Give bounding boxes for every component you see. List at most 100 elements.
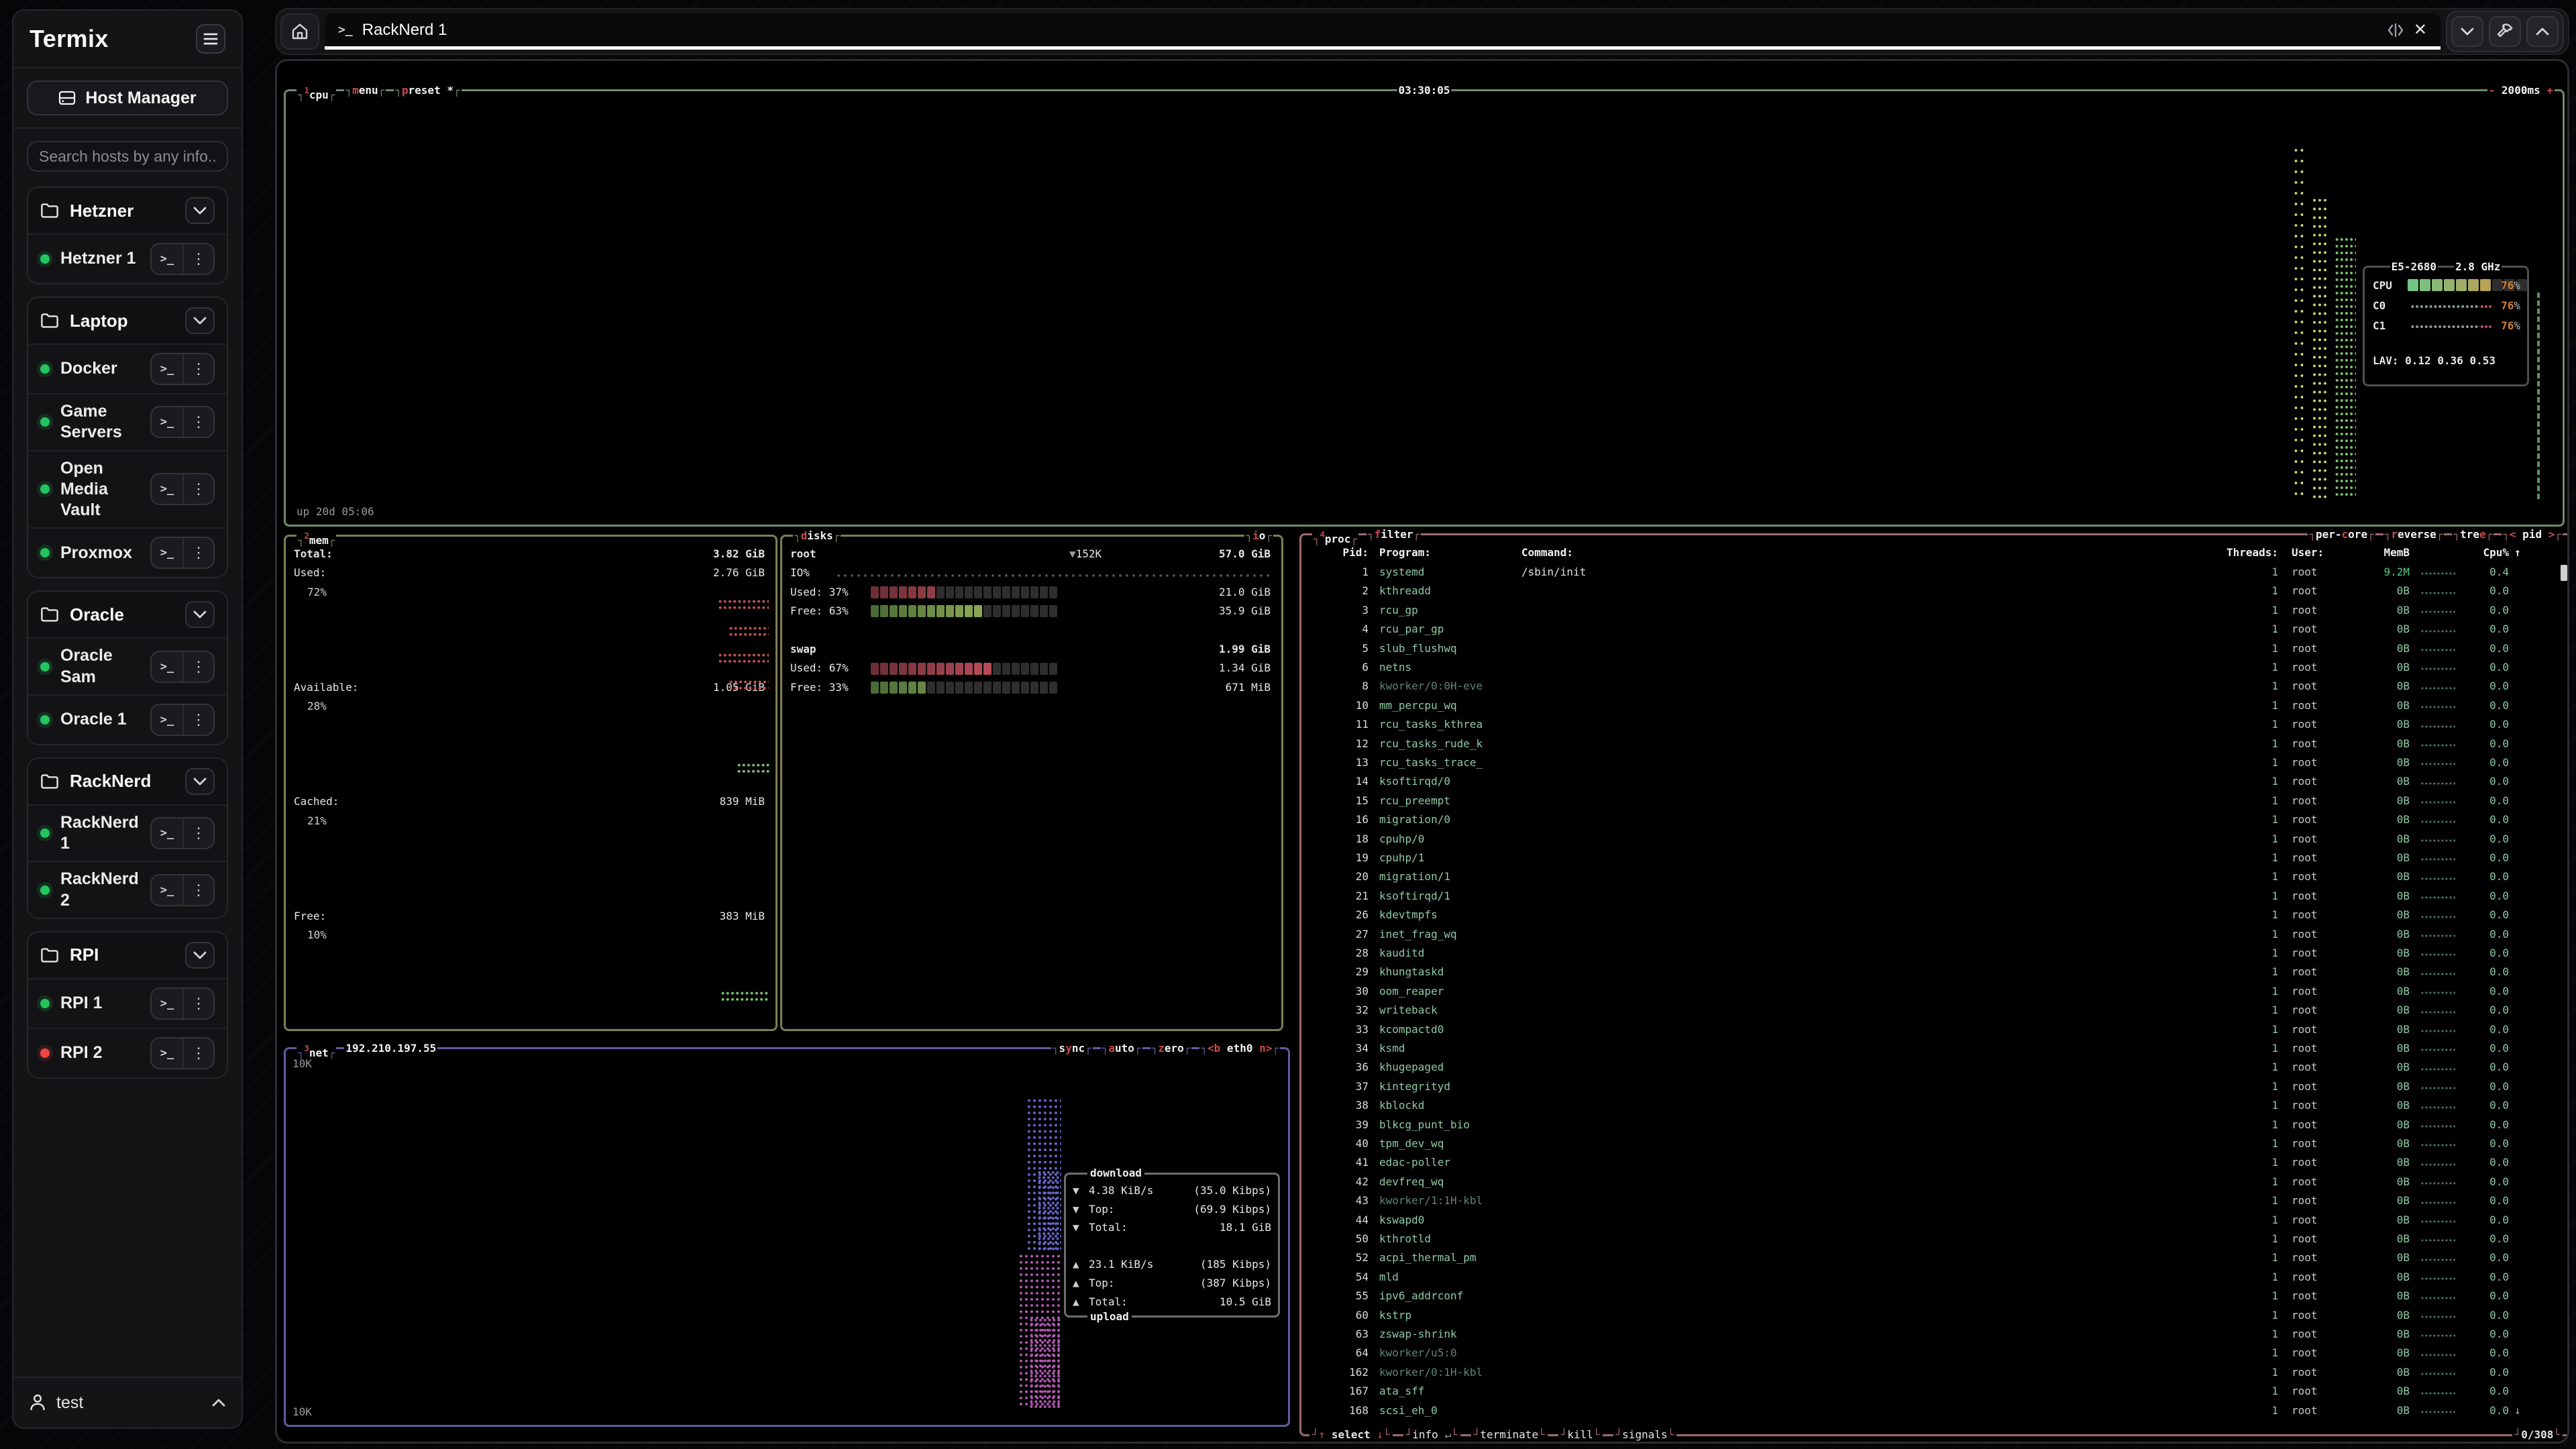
host-menu-button[interactable]: ⋮ bbox=[182, 244, 213, 274]
host-menu-button[interactable]: ⋮ bbox=[182, 652, 213, 682]
col-pid[interactable]: Pid: bbox=[1309, 543, 1368, 562]
host-menu-button[interactable]: ⋮ bbox=[182, 538, 213, 568]
search-input[interactable] bbox=[27, 141, 228, 172]
process-row[interactable]: 34ksmd1root0B0.0 bbox=[1301, 1039, 2569, 1058]
host-menu-button[interactable]: ⋮ bbox=[182, 474, 213, 504]
open-terminal-button[interactable]: >_ bbox=[152, 989, 182, 1018]
host-item-rpi-1[interactable]: RPI 1>_⋮ bbox=[28, 978, 227, 1028]
process-row[interactable]: 18cpuhp/01root0B0.0 bbox=[1301, 830, 2569, 849]
col-user[interactable]: User: bbox=[2292, 543, 2324, 562]
chevron-up-button[interactable] bbox=[2526, 16, 2559, 47]
interval-plus[interactable]: + bbox=[2546, 84, 2553, 97]
group-header[interactable]: Laptop bbox=[28, 298, 227, 343]
terminate-action[interactable]: ┘terminate└ bbox=[1471, 1428, 1548, 1442]
col-mem[interactable]: MemB bbox=[2324, 543, 2410, 562]
host-menu-button[interactable]: ⋮ bbox=[182, 818, 213, 848]
open-terminal-button[interactable]: >_ bbox=[152, 538, 182, 568]
split-view-icon[interactable] bbox=[2387, 23, 2404, 38]
open-terminal-button[interactable]: >_ bbox=[152, 818, 182, 848]
user-row[interactable]: test bbox=[13, 1377, 241, 1428]
net-control-auto[interactable]: ┐auto┌ bbox=[1101, 1041, 1142, 1056]
signals-action[interactable]: ┘signals└ bbox=[1613, 1428, 1677, 1442]
proc-scrollbar-thumb[interactable] bbox=[2561, 565, 2567, 581]
open-terminal-button[interactable]: >_ bbox=[152, 474, 182, 504]
chevron-down-button[interactable] bbox=[2451, 16, 2483, 47]
process-row[interactable]: 60kstrp1root0B0.0 bbox=[1301, 1306, 2569, 1325]
process-row[interactable]: 29khungtaskd1root0B0.0 bbox=[1301, 963, 2569, 981]
tools-button[interactable] bbox=[2489, 16, 2521, 47]
process-row[interactable]: 64kworker/u5:01root0B0.0 bbox=[1301, 1344, 2569, 1362]
process-row[interactable]: 1systemd/sbin/init1root9.2M0.4 bbox=[1301, 563, 2569, 582]
group-header[interactable]: Hetzner bbox=[28, 188, 227, 233]
net-control-sync[interactable]: ┐sync┌ bbox=[1051, 1041, 1093, 1056]
process-row[interactable]: 26kdevtmpfs1root0B0.0 bbox=[1301, 906, 2569, 924]
process-row[interactable]: 55ipv6_addrconf1root0B0.0 bbox=[1301, 1287, 2569, 1305]
process-row[interactable]: 167ata_sff1root0B0.0 bbox=[1301, 1382, 2569, 1401]
proc-control-tree[interactable]: ┐tree┌ bbox=[2452, 527, 2493, 542]
group-collapse-button[interactable] bbox=[185, 307, 215, 334]
process-row[interactable]: 15rcu_preempt1root0B0.0 bbox=[1301, 792, 2569, 810]
process-row[interactable]: 28kauditd1root0B0.0 bbox=[1301, 944, 2569, 963]
open-terminal-button[interactable]: >_ bbox=[152, 705, 182, 735]
process-row[interactable]: 12rcu_tasks_rude_k1root0B0.0 bbox=[1301, 735, 2569, 753]
group-collapse-button[interactable] bbox=[185, 197, 215, 224]
process-row[interactable]: 14ksoftirqd/01root0B0.0 bbox=[1301, 772, 2569, 791]
process-row[interactable]: 19cpuhp/11root0B0.0 bbox=[1301, 849, 2569, 867]
host-menu-button[interactable]: ⋮ bbox=[182, 1038, 213, 1068]
col-cpu[interactable]: Cpu% bbox=[2453, 543, 2509, 562]
host-menu-button[interactable]: ⋮ bbox=[182, 407, 213, 437]
open-terminal-button[interactable]: >_ bbox=[152, 652, 182, 682]
process-row[interactable]: 11rcu_tasks_kthrea1root0B0.0 bbox=[1301, 715, 2569, 734]
process-row[interactable]: 32writeback1root0B0.0 bbox=[1301, 1001, 2569, 1020]
group-collapse-button[interactable] bbox=[185, 601, 215, 628]
process-row[interactable]: 27inet_frag_wq1root0B0.0 bbox=[1301, 925, 2569, 944]
menu-control[interactable]: ┐menu┌ bbox=[344, 83, 386, 103]
proc-control-pid-sort[interactable]: ┐< pid >┌ bbox=[2502, 527, 2563, 542]
host-item-rpi-2[interactable]: RPI 2>_⋮ bbox=[28, 1028, 227, 1077]
net-interface-switch[interactable]: ┐<b eth0 n>┌ bbox=[1199, 1041, 1280, 1056]
host-menu-button[interactable]: ⋮ bbox=[182, 354, 213, 384]
open-terminal-button[interactable]: >_ bbox=[152, 354, 182, 384]
home-button[interactable] bbox=[280, 13, 319, 50]
host-item-racknerd-2[interactable]: RackNerd 2>_⋮ bbox=[28, 861, 227, 918]
process-row[interactable]: 30oom_reaper1root0B0.0 bbox=[1301, 982, 2569, 1001]
process-row[interactable]: 54mld1root0B0.0 bbox=[1301, 1268, 2569, 1287]
tab-close-icon[interactable]: ✕ bbox=[2414, 20, 2427, 40]
process-row[interactable]: 162kworker/0:1H-kbl1root0B0.0 bbox=[1301, 1363, 2569, 1382]
host-item-hetzner-1[interactable]: Hetzner 1>_⋮ bbox=[28, 233, 227, 283]
process-row[interactable]: 37kintegrityd1root0B0.0 bbox=[1301, 1077, 2569, 1096]
host-item-oracle-1[interactable]: Oracle 1>_⋮ bbox=[28, 694, 227, 744]
process-row[interactable]: 20migration/11root0B0.0 bbox=[1301, 867, 2569, 886]
process-row[interactable]: 40tpm_dev_wq1root0B0.0 bbox=[1301, 1134, 2569, 1153]
group-header[interactable]: Oracle bbox=[28, 592, 227, 637]
process-row[interactable]: 43kworker/1:1H-kbl1root0B0.0 bbox=[1301, 1191, 2569, 1210]
terminal-screen[interactable]: ┐1cpu┌ ┐menu┌ ┐preset *┌ 03:30:05 - 2000… bbox=[275, 59, 2569, 1444]
process-row[interactable]: 41edac-poller1root0B0.0 bbox=[1301, 1153, 2569, 1172]
process-row[interactable]: 44kswapd01root0B0.0 bbox=[1301, 1211, 2569, 1230]
process-row[interactable]: 21ksoftirqd/11root0B0.0 bbox=[1301, 887, 2569, 906]
proc-control-reverse[interactable]: ┐reverse┌ bbox=[2383, 527, 2445, 542]
process-row[interactable]: 168scsi_eh_01root0B0.0↓ bbox=[1301, 1401, 2569, 1420]
interval-control[interactable]: - 2000ms + bbox=[2487, 83, 2555, 98]
net-control-zero[interactable]: ┐zero┌ bbox=[1150, 1041, 1192, 1056]
info-action[interactable]: ┘info ↵└ bbox=[1403, 1428, 1460, 1442]
group-collapse-button[interactable] bbox=[185, 942, 215, 969]
process-row[interactable]: 63zswap-shrink1root0B0.0 bbox=[1301, 1325, 2569, 1344]
process-row[interactable]: 50kthrotld1root0B0.0 bbox=[1301, 1230, 2569, 1248]
select-action[interactable]: ┘↑ select ↓└ bbox=[1309, 1428, 1393, 1442]
kill-action[interactable]: ┘kill└ bbox=[1558, 1428, 1603, 1442]
host-menu-button[interactable]: ⋮ bbox=[182, 989, 213, 1018]
process-row[interactable]: 8kworker/0:0H-eve1root0B0.0 bbox=[1301, 677, 2569, 696]
preset-control[interactable]: ┐preset *┌ bbox=[394, 83, 461, 103]
tab-racknerd-1[interactable]: >_ RackNerd 1 ✕ bbox=[325, 13, 2440, 50]
process-row[interactable]: 33kcompactd01root0B0.0 bbox=[1301, 1020, 2569, 1039]
col-command[interactable]: Command: bbox=[1521, 543, 1573, 562]
proc-control-per-core[interactable]: ┐per-core┌ bbox=[2308, 527, 2375, 542]
group-header[interactable]: RackNerd bbox=[28, 759, 227, 804]
cpu-box-title[interactable]: ┐1cpu┌ bbox=[297, 83, 336, 103]
process-row[interactable]: 6netns1root0B0.0 bbox=[1301, 658, 2569, 677]
process-row[interactable]: 42devfreq_wq1root0B0.0 bbox=[1301, 1173, 2569, 1191]
process-row[interactable]: 10mm_percpu_wq1root0B0.0 bbox=[1301, 696, 2569, 715]
sort-arrow-icon[interactable]: ↑ bbox=[2514, 543, 2521, 562]
open-terminal-button[interactable]: >_ bbox=[152, 1038, 182, 1068]
